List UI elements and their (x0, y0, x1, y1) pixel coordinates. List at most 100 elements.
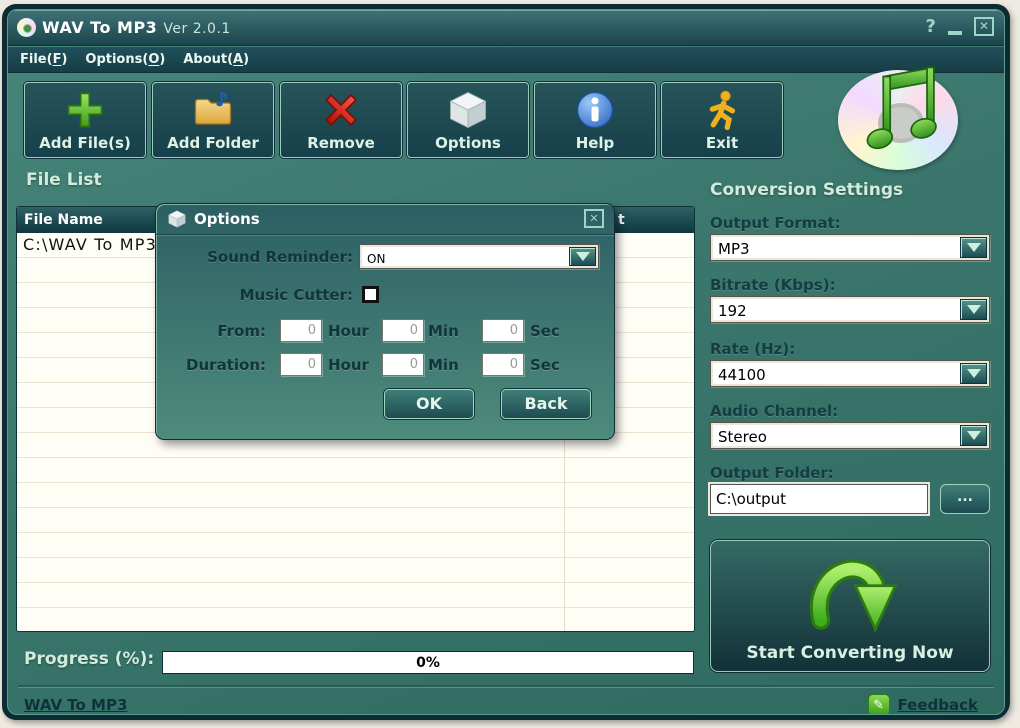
music-cutter-label: Music Cutter: (239, 286, 353, 304)
menu-file[interactable]: File(F) (20, 52, 67, 67)
sound-reminder-label: Sound Reminder: (207, 248, 353, 266)
duration-min-input[interactable] (382, 353, 424, 376)
close-button[interactable]: ✕ (974, 17, 994, 36)
from-sec-input[interactable] (482, 319, 524, 342)
add-files-label: Add File(s) (39, 134, 131, 152)
music-notes-icon (866, 66, 937, 150)
exit-button[interactable]: Exit (661, 82, 783, 158)
menu-file-text: File( (20, 52, 53, 67)
title-bar: WAV To MP3 Ver 2.0.1 ? ✕ (8, 10, 1004, 46)
sound-reminder-select[interactable]: ON (359, 244, 599, 269)
options-label: Options (435, 134, 501, 152)
audio-channel-select[interactable]: Stereo (710, 422, 990, 449)
app-version: Ver 2.0.1 (163, 21, 231, 37)
feedback-pencil-icon: ✎ (867, 694, 890, 714)
output-folder-input[interactable] (710, 484, 928, 514)
menu-about-text: About( (183, 52, 234, 67)
bitrate-select[interactable]: 192 (710, 296, 990, 323)
menu-options-close: ) (159, 52, 166, 67)
app-window-body: WAV To MP3 Ver 2.0.1 ? ✕ File(F) Options… (7, 9, 1005, 715)
feedback-area: ✎ Feedback (867, 694, 978, 714)
browse-folder-button[interactable]: ... (940, 484, 990, 514)
output-format-label: Output Format: (710, 214, 841, 232)
audio-channel-value: Stereo (713, 425, 960, 446)
options-button[interactable]: Options (407, 82, 529, 158)
options-dialog-title: Options (194, 210, 260, 228)
add-files-button[interactable]: Add File(s) (24, 82, 146, 158)
menu-about-close: ) (243, 52, 250, 67)
app-logo (830, 66, 986, 172)
help-label: Help (575, 134, 615, 152)
audio-channel-label: Audio Channel: (710, 402, 839, 420)
start-converting-button[interactable]: Start Converting Now (710, 540, 990, 672)
output-folder-label: Output Folder: (710, 464, 834, 482)
help-info-icon (576, 91, 614, 129)
rate-value: 44100 (713, 363, 960, 384)
add-folder-icon (194, 91, 232, 125)
progress-bar: 0% (162, 651, 694, 674)
file-list-row[interactable]: C:\WAV To MP3 (23, 233, 157, 257)
progress-label: Progress (%): (24, 649, 155, 669)
options-cube-icon (449, 92, 487, 129)
chevron-down-icon (966, 431, 981, 440)
output-format-dropdown-button[interactable] (960, 237, 987, 258)
duration-label: Duration: (186, 356, 266, 374)
conversion-settings-title: Conversion Settings (710, 180, 904, 200)
remove-label: Remove (307, 134, 375, 152)
remove-button[interactable]: Remove (280, 82, 402, 158)
menu-about-key: A (233, 52, 244, 67)
from-hour-unit: Hour (328, 322, 369, 340)
chevron-down-icon (575, 252, 590, 261)
menu-options[interactable]: Options(O) (85, 52, 165, 67)
bitrate-dropdown-button[interactable] (960, 299, 987, 320)
start-converting-label: Start Converting Now (746, 643, 954, 663)
duration-min-unit: Min (428, 356, 459, 374)
remove-x-icon (324, 93, 358, 127)
rate-label: Rate (Hz): (710, 340, 796, 358)
options-dialog-close-button[interactable]: ✕ (584, 209, 604, 228)
file-list-title: File List (26, 170, 102, 190)
minimize-button[interactable] (948, 30, 962, 35)
options-cube-icon (168, 210, 186, 228)
back-button[interactable]: Back (501, 389, 591, 419)
app-cd-icon (17, 18, 36, 37)
status-divider (18, 685, 994, 687)
menu-options-key: O (148, 52, 160, 67)
convert-arrow-icon (809, 559, 898, 633)
output-format-value: MP3 (713, 237, 960, 258)
window-controls: ? ✕ (926, 16, 994, 37)
rate-select[interactable]: 44100 (710, 360, 990, 387)
from-hour-input[interactable] (280, 319, 322, 342)
exit-runner-icon (709, 90, 736, 131)
duration-hour-unit: Hour (328, 356, 369, 374)
music-cutter-checkbox[interactable] (362, 286, 379, 303)
app-homepage-link[interactable]: WAV To MP3 (24, 696, 127, 714)
sound-reminder-dropdown-button[interactable] (569, 247, 596, 266)
duration-sec-unit: Sec (530, 356, 560, 374)
from-sec-unit: Sec (530, 322, 560, 340)
from-label: From: (217, 322, 266, 340)
bitrate-value: 192 (713, 299, 960, 320)
app-name: WAV To MP3 (42, 18, 158, 37)
duration-sec-input[interactable] (482, 353, 524, 376)
menu-options-text: Options( (85, 52, 149, 67)
add-folder-label: Add Folder (167, 134, 259, 152)
audio-channel-dropdown-button[interactable] (960, 425, 987, 446)
add-folder-button[interactable]: Add Folder (152, 82, 274, 158)
bitrate-label: Bitrate (Kbps): (710, 276, 836, 294)
app-window: WAV To MP3 Ver 2.0.1 ? ✕ File(F) Options… (2, 4, 1010, 720)
sound-reminder-value: ON (362, 247, 569, 266)
help-button[interactable]: Help (534, 82, 656, 158)
chevron-down-icon (966, 305, 981, 314)
chevron-down-icon (966, 369, 981, 378)
ok-button[interactable]: OK (384, 389, 474, 419)
chevron-down-icon (966, 243, 981, 252)
rate-dropdown-button[interactable] (960, 363, 987, 384)
progress-value: 0% (416, 655, 440, 671)
duration-hour-input[interactable] (280, 353, 322, 376)
menu-about[interactable]: About(A) (183, 52, 249, 67)
help-titlebar-button[interactable]: ? (926, 16, 936, 37)
from-min-input[interactable] (382, 319, 424, 342)
output-format-select[interactable]: MP3 (710, 234, 990, 261)
feedback-link[interactable]: Feedback (898, 696, 978, 714)
